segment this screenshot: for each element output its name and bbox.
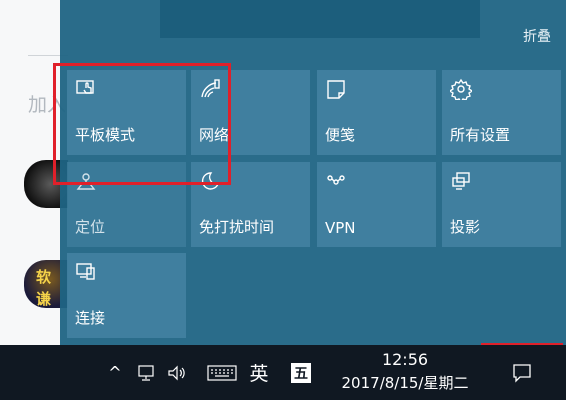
project-icon: [452, 172, 470, 190]
tile-quiet-hours[interactable]: 免打扰时间: [191, 162, 310, 247]
keyboard-icon[interactable]: [204, 345, 240, 400]
action-center-button[interactable]: [487, 345, 557, 400]
clock[interactable]: 12:56 2017/8/15/星期二: [330, 349, 480, 395]
clock-time: 12:56: [381, 350, 429, 369]
connect-icon: [76, 263, 95, 280]
tile-connect[interactable]: 连接: [67, 253, 186, 338]
input-method-indicator[interactable]: 英: [246, 345, 272, 400]
notification-area: [160, 0, 480, 38]
tile-label: 免打扰时间: [199, 218, 275, 236]
tile-label: 网络: [199, 126, 230, 144]
tile-all-settings[interactable]: 所有设置: [442, 70, 561, 155]
network-icon: [201, 79, 220, 98]
network-tray-icon[interactable]: [134, 345, 160, 400]
tile-note[interactable]: 便笺: [317, 70, 436, 155]
tile-label: 平板模式: [75, 126, 136, 144]
note-icon: [327, 80, 345, 99]
clock-date: 2017/8/15/星期二: [341, 374, 469, 392]
wubi-label: 五: [291, 362, 311, 383]
show-hidden-icons-button[interactable]: ^: [104, 345, 126, 400]
tile-vpn[interactable]: VPN: [317, 162, 436, 247]
tile-label: 所有设置: [450, 126, 511, 144]
tile-label: 定位: [75, 218, 106, 236]
taskbar: ^ 英 五 12:56 2017/8/15/星期二: [0, 345, 566, 400]
tile-project[interactable]: 投影: [442, 162, 561, 247]
tile-tablet-mode[interactable]: 平板模式: [67, 70, 186, 155]
collapse-button[interactable]: 折叠: [523, 26, 551, 46]
tablet-mode-icon: [76, 80, 94, 94]
tile-network[interactable]: 网络: [191, 70, 310, 155]
location-icon: [76, 173, 96, 190]
tile-label: VPN: [325, 219, 356, 237]
quiet-hours-moon-icon: [201, 172, 220, 190]
tile-location[interactable]: 定位: [67, 162, 186, 247]
wubi-input-button[interactable]: 五: [288, 345, 314, 400]
tile-label: 投影: [450, 218, 481, 236]
settings-gear-icon: [450, 78, 472, 100]
vpn-icon: [327, 175, 345, 185]
avatar-text: 软: [36, 268, 52, 286]
tile-label: 便笺: [325, 126, 356, 144]
avatar-text: 谦: [36, 290, 52, 308]
tile-label: 连接: [75, 309, 106, 327]
volume-icon[interactable]: [164, 345, 190, 400]
notification-icon: [513, 363, 531, 383]
